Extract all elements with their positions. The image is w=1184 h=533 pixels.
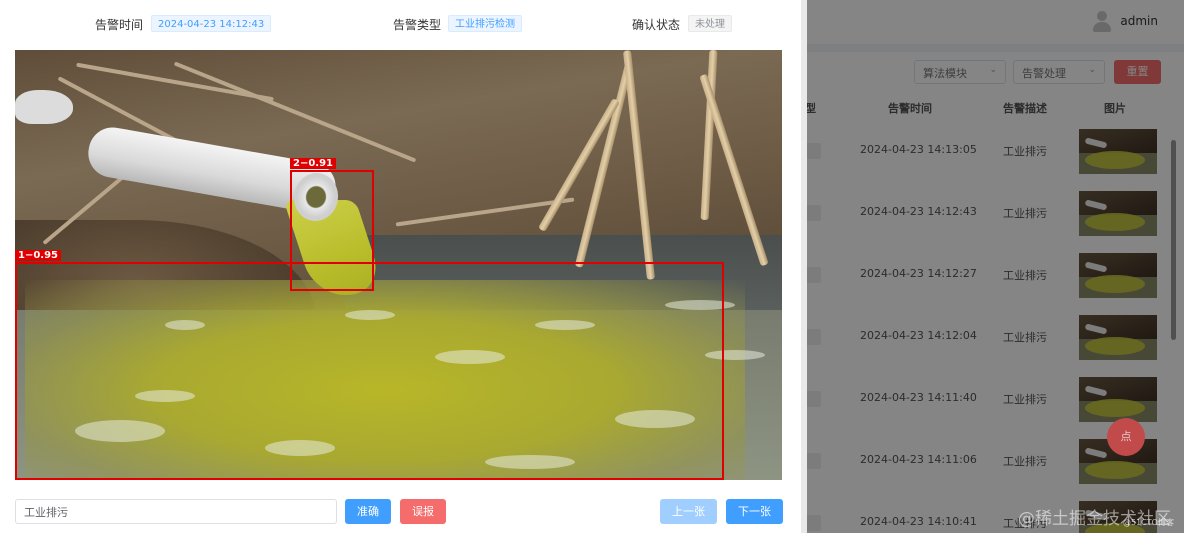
previous-button[interactable]: 上一张 xyxy=(660,499,717,524)
confirm-button[interactable]: 准确 xyxy=(345,499,391,524)
next-button[interactable]: 下一张 xyxy=(726,499,783,524)
detection-label-2: 2−0.91 xyxy=(290,158,337,169)
confirm-status-label: 确认状态 xyxy=(632,18,681,32)
alert-image: 2−0.91 1−0.95 xyxy=(15,50,782,480)
photo-rock xyxy=(15,90,73,124)
alert-time-label: 告警时间 xyxy=(95,18,144,32)
alert-detail-dialog: 告警时间 2024-04-23 14:12:43 告警类型 工业排污检测 确认状… xyxy=(0,0,801,533)
alert-time-tag: 2024-04-23 14:12:43 xyxy=(151,15,272,32)
alert-type-tag: 工业排污检测 xyxy=(448,15,522,32)
watermark-small: @51CTO博客 xyxy=(1123,518,1174,527)
alert-type-label: 告警类型 xyxy=(393,18,442,32)
floating-badge[interactable]: 点 xyxy=(1107,418,1145,456)
detection-label-1: 1−0.95 xyxy=(15,250,62,261)
confirm-status-tag: 未处理 xyxy=(688,15,732,32)
false-alarm-button[interactable]: 误报 xyxy=(400,499,446,524)
description-input[interactable] xyxy=(15,499,337,524)
detection-box-1 xyxy=(15,262,724,480)
dialog-scrollbar[interactable] xyxy=(801,0,807,533)
